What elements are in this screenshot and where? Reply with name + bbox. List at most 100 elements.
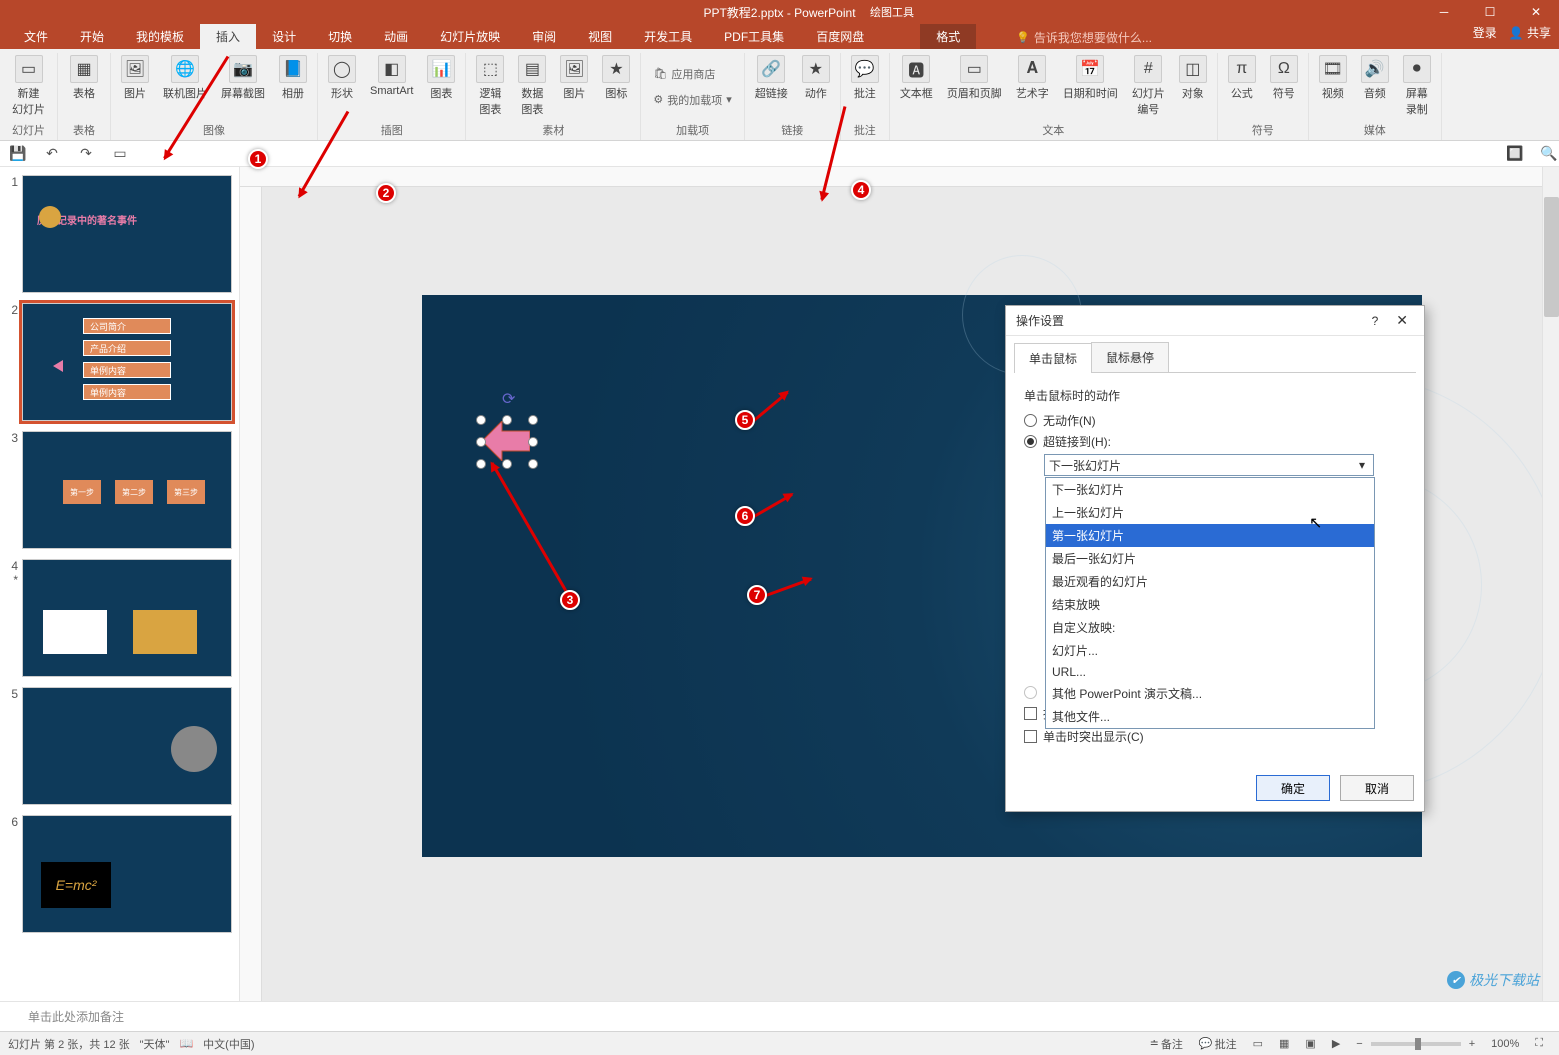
login-link[interactable]: 登录	[1473, 24, 1497, 41]
tab-insert[interactable]: 插入	[200, 24, 256, 49]
normal-view-button[interactable]: ▭	[1245, 1037, 1271, 1050]
resize-handle-ne[interactable]	[528, 415, 538, 425]
dd-other-file[interactable]: 其他文件...	[1046, 705, 1374, 728]
tab-format[interactable]: 格式	[920, 24, 976, 49]
dd-slide[interactable]: 幻灯片...	[1046, 639, 1374, 662]
share-button[interactable]: 👤 共享	[1509, 24, 1551, 41]
rotate-handle[interactable]: ⟳	[502, 389, 518, 405]
tab-animation[interactable]: 动画	[368, 24, 424, 49]
cancel-button[interactable]: 取消	[1340, 775, 1414, 801]
tell-me-search[interactable]: 告诉我您想要做什么...	[1016, 25, 1152, 50]
header-footer-button[interactable]: ▭页眉和页脚	[941, 53, 1008, 103]
dd-last-viewed[interactable]: 最近观看的幻灯片	[1046, 570, 1374, 593]
chart-button[interactable]: 📊图表	[421, 53, 461, 103]
radio-none[interactable]	[1024, 414, 1037, 427]
slide-thumb-4[interactable]	[22, 559, 232, 677]
material-icon-button[interactable]: ★图标	[596, 53, 636, 103]
notes-pane[interactable]: 单击此处添加备注	[0, 1001, 1559, 1031]
resize-handle-n[interactable]	[502, 415, 512, 425]
save-button[interactable]: 💾	[8, 145, 28, 162]
slide-number-button[interactable]: #幻灯片 编号	[1126, 53, 1171, 119]
redo-button[interactable]: ↷	[76, 145, 96, 162]
material-picture-button[interactable]: 🖼图片	[554, 53, 594, 103]
maximize-button[interactable]: ☐	[1467, 0, 1513, 24]
equation-button[interactable]: π公式	[1222, 53, 1262, 103]
dd-other-ppt[interactable]: 其他 PowerPoint 演示文稿...	[1046, 682, 1374, 705]
tab-transition[interactable]: 切换	[312, 24, 368, 49]
dialog-close-button[interactable]: ✕	[1390, 312, 1414, 329]
fit-to-window-button[interactable]: ⛶	[1527, 1037, 1551, 1050]
slideshow-view-button[interactable]: ▶	[1324, 1037, 1348, 1050]
resize-handle-e[interactable]	[528, 437, 538, 447]
resize-handle-w[interactable]	[476, 437, 486, 447]
minimize-button[interactable]: ─	[1421, 0, 1467, 24]
comment-button[interactable]: 💬批注	[845, 53, 885, 103]
selected-arrow-shape[interactable]	[482, 421, 530, 461]
tab-view[interactable]: 视图	[572, 24, 628, 49]
slide-thumb-2[interactable]: 公司简介 产品介绍 单例内容 单例内容	[22, 303, 232, 421]
dd-prev-slide[interactable]: 上一张幻灯片	[1046, 501, 1374, 524]
slide-thumbnails-panel[interactable]: 1 历史记录中的著名事件 2 公司简介 产品介绍 单例内容 单例内容 3 第一步…	[0, 167, 240, 1001]
my-addins-button[interactable]: ⚙ 我的加载项 ▾	[645, 88, 739, 112]
dd-next-slide[interactable]: 下一张幻灯片	[1046, 478, 1374, 501]
ok-button[interactable]: 确定	[1256, 775, 1330, 801]
audio-button[interactable]: 🔊音频	[1355, 53, 1395, 103]
dd-end-show[interactable]: 结束放映	[1046, 593, 1374, 616]
horizontal-ruler[interactable]	[240, 167, 1559, 187]
object-button[interactable]: ◫对象	[1173, 53, 1213, 103]
close-button[interactable]: ✕	[1513, 0, 1559, 24]
tab-pdf[interactable]: PDF工具集	[708, 24, 800, 49]
radio-run-program[interactable]	[1024, 686, 1037, 699]
tab-home[interactable]: 开始	[64, 24, 120, 49]
resize-handle-nw[interactable]	[476, 415, 486, 425]
resize-handle-sw[interactable]	[476, 459, 486, 469]
zoom-level[interactable]: 100%	[1483, 1038, 1527, 1050]
smartart-button[interactable]: ◧SmartArt	[364, 53, 419, 99]
checkbox-highlight[interactable]	[1024, 730, 1037, 743]
zoom-out-button[interactable]: −	[1348, 1038, 1370, 1050]
zoom-slider[interactable]	[1371, 1042, 1461, 1046]
dd-last-slide[interactable]: 最后一张幻灯片	[1046, 547, 1374, 570]
hyperlink-combo[interactable]: 下一张幻灯片 ▾ 下一张幻灯片 上一张幻灯片 第一张幻灯片 最后一张幻灯片 最近…	[1044, 454, 1374, 476]
scrollbar-thumb[interactable]	[1544, 197, 1559, 317]
logic-chart-button[interactable]: ⬚逻辑 图表	[470, 53, 510, 119]
shapes-button[interactable]: ◯形状	[322, 53, 362, 103]
radio-hyperlink[interactable]	[1024, 435, 1037, 448]
slide-thumb-5[interactable]	[22, 687, 232, 805]
tab-file[interactable]: 文件	[8, 24, 64, 49]
checkbox-play-sound[interactable]	[1024, 707, 1037, 720]
dd-first-slide[interactable]: 第一张幻灯片	[1046, 524, 1374, 547]
hyperlink-button[interactable]: 🔗超链接	[749, 53, 794, 103]
qat-tool-2[interactable]: 🔍	[1539, 145, 1559, 162]
data-chart-button[interactable]: ▤数据 图表	[512, 53, 552, 119]
notes-toggle-button[interactable]: ≐ 备注	[1142, 1036, 1191, 1052]
sorter-view-button[interactable]: ▦	[1271, 1037, 1297, 1050]
qat-tool-1[interactable]: 🔲	[1505, 145, 1525, 162]
screen-recording-button[interactable]: ⏺屏幕 录制	[1397, 53, 1437, 119]
table-button[interactable]: ▦表格	[62, 53, 106, 103]
undo-button[interactable]: ↶	[42, 145, 62, 162]
tab-design[interactable]: 设计	[256, 24, 312, 49]
slideshow-qat-button[interactable]: ▭	[110, 145, 130, 162]
new-slide-button[interactable]: ▭新建 幻灯片	[4, 53, 53, 119]
resize-handle-s[interactable]	[502, 459, 512, 469]
vertical-scrollbar[interactable]	[1542, 167, 1559, 1001]
slide-thumb-3[interactable]: 第一步 第二步 第三步	[22, 431, 232, 549]
dd-url[interactable]: URL...	[1046, 662, 1374, 682]
tab-template[interactable]: 我的模板	[120, 24, 200, 49]
tab-dev[interactable]: 开发工具	[628, 24, 708, 49]
store-button[interactable]: 🛍 应用商店	[645, 62, 723, 86]
dialog-tab-hover[interactable]: 鼠标悬停	[1091, 342, 1169, 372]
reading-view-button[interactable]: ▣	[1297, 1037, 1323, 1050]
dialog-tab-click[interactable]: 单击鼠标	[1014, 343, 1092, 373]
slide-thumb-1[interactable]: 历史记录中的著名事件	[22, 175, 232, 293]
picture-button[interactable]: 🖼图片	[115, 53, 155, 103]
slide-thumb-6[interactable]: E=mc²	[22, 815, 232, 933]
tab-review[interactable]: 审阅	[516, 24, 572, 49]
action-button[interactable]: ★动作	[796, 53, 836, 103]
album-button[interactable]: 📘相册	[273, 53, 313, 103]
resize-handle-se[interactable]	[528, 459, 538, 469]
symbol-button[interactable]: Ω符号	[1264, 53, 1304, 103]
dd-custom-show[interactable]: 自定义放映:	[1046, 616, 1374, 639]
spellcheck-icon[interactable]: 📖	[179, 1037, 193, 1050]
